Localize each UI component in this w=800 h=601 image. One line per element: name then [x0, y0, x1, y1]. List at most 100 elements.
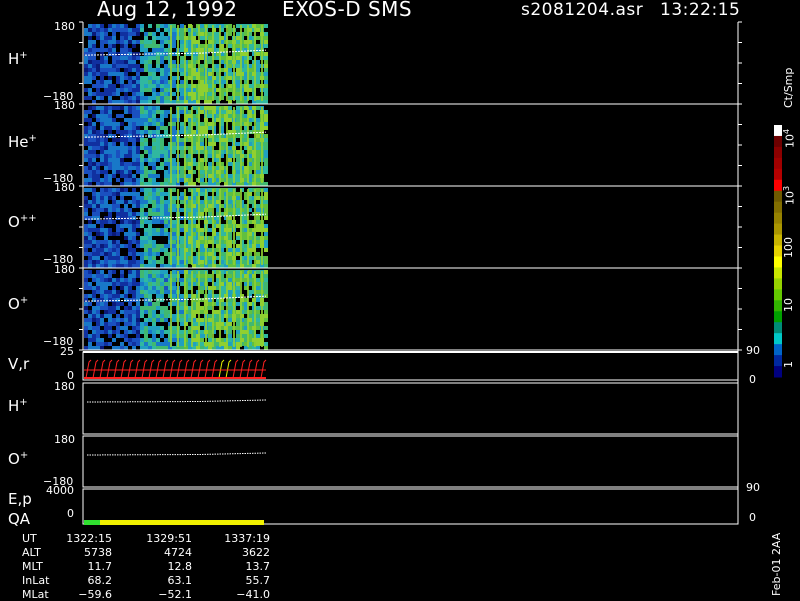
spectrogram-cell [236, 44, 240, 48]
colorbar-segment [774, 355, 782, 367]
spectrogram-cell [100, 110, 104, 114]
spectrogram-cell [144, 126, 148, 130]
spectrogram-cell [144, 228, 148, 232]
spin-stripe [191, 107, 193, 183]
spectrogram-cell [236, 314, 240, 318]
spectrogram-cell [104, 162, 108, 166]
spectrogram-cell [108, 126, 112, 130]
spectrogram-cell [116, 208, 120, 212]
spectrogram-cell [88, 126, 92, 130]
spectrogram-cell [116, 212, 120, 216]
spectrogram-cell [96, 130, 100, 134]
spectrogram-cell [208, 142, 212, 146]
panel-label-o: O+ [8, 295, 29, 313]
spectrogram-cell [116, 162, 120, 166]
spectrogram-cell [140, 48, 144, 52]
spectrogram-cell [172, 170, 176, 174]
spectrogram-cell [120, 346, 124, 350]
spectrogram-cell [172, 118, 176, 122]
spectrogram-cell [208, 290, 212, 294]
spectrogram-cell [96, 302, 100, 306]
spectrogram-cell [96, 200, 100, 204]
spectrogram-cell [120, 100, 124, 104]
spectrogram-cell [108, 142, 112, 146]
spectrogram-cell [100, 306, 104, 310]
spectrogram-cell [236, 270, 240, 274]
line-panel-frame [82, 382, 739, 435]
spectrogram-cell [160, 162, 164, 166]
panel-label-o2: O++ [8, 213, 37, 231]
spectrogram-cell [256, 306, 260, 310]
spectrogram-cell [88, 282, 92, 286]
spectrogram-cell [92, 142, 96, 146]
spectrogram-cell [160, 40, 164, 44]
spectrogram-cell [200, 212, 204, 216]
spectrogram-cell [236, 196, 240, 200]
spectrogram-cell [200, 96, 204, 100]
spectrogram-cell [228, 96, 232, 100]
vr-right-top: 90 [746, 344, 760, 357]
spectrogram-cell [132, 118, 136, 122]
spectrogram-cell [152, 228, 156, 232]
spectrogram-cell [128, 330, 132, 334]
spectrogram-cell [256, 72, 260, 76]
spectrogram-cell [84, 260, 88, 264]
spectrogram-cell [144, 64, 148, 68]
spectrogram-cell [128, 260, 132, 264]
spectrogram-cell [88, 264, 92, 268]
spectrogram-cell [148, 84, 152, 88]
spectrogram-cell [128, 48, 132, 52]
spectrogram-cell [128, 306, 132, 310]
spectrogram-cell [96, 212, 100, 216]
spectrogram-cell [228, 274, 232, 278]
spectrogram-cell [148, 192, 152, 196]
spectrogram-cell [84, 264, 88, 268]
spectrogram-cell [104, 326, 108, 330]
spectrogram-cell [180, 44, 184, 48]
spectrogram-cell [160, 318, 164, 322]
spectrogram-cell [132, 162, 136, 166]
spectrogram-cell [200, 256, 204, 260]
spectrogram-cell [132, 96, 136, 100]
spectrogram-cell [88, 142, 92, 146]
spectrogram-cell [132, 260, 136, 264]
spectrogram-cell [160, 342, 164, 346]
spectrogram-cell [152, 162, 156, 166]
spectrogram-cell [200, 36, 204, 40]
spectrogram-cell [144, 342, 148, 346]
spectrogram-cell [264, 342, 268, 346]
spectrogram-cell [120, 244, 124, 248]
spectrogram-cell [128, 162, 132, 166]
spectrogram-cell [256, 106, 260, 110]
spectrogram-cell [100, 196, 104, 200]
colorbar-segment [774, 135, 782, 148]
spectrogram-cell [96, 270, 100, 274]
spectrogram-cell [84, 318, 88, 322]
spectrogram-cell [116, 178, 120, 182]
spectrogram-cell [164, 174, 168, 178]
spectrogram-cell [132, 240, 136, 244]
spectrogram-cell [148, 310, 152, 314]
spectrogram-cell [128, 32, 132, 36]
colorbar-segment [774, 146, 782, 159]
spectrogram-cell [112, 298, 116, 302]
spectrogram-cell [156, 150, 160, 154]
spectrogram-cell [228, 264, 232, 268]
spectrogram-cell [256, 146, 260, 150]
spectrogram-cell [236, 192, 240, 196]
spectrogram-cell [228, 318, 232, 322]
spectrogram-cell [92, 146, 96, 150]
spectrogram-cell [156, 326, 160, 330]
spectrogram-cell [156, 92, 160, 96]
spin-stripe [254, 107, 256, 183]
spectrogram-cell [152, 220, 156, 224]
spectrogram-cell [144, 182, 148, 186]
spectrogram-cell [108, 252, 112, 256]
spectrogram-cell [132, 306, 136, 310]
spectrogram-cell [160, 220, 164, 224]
spectrogram-cell [84, 248, 88, 252]
spectrogram-cell [140, 170, 144, 174]
spectrogram-cell [200, 270, 204, 274]
spectrogram-cell [132, 100, 136, 104]
spectrogram-cell [104, 298, 108, 302]
